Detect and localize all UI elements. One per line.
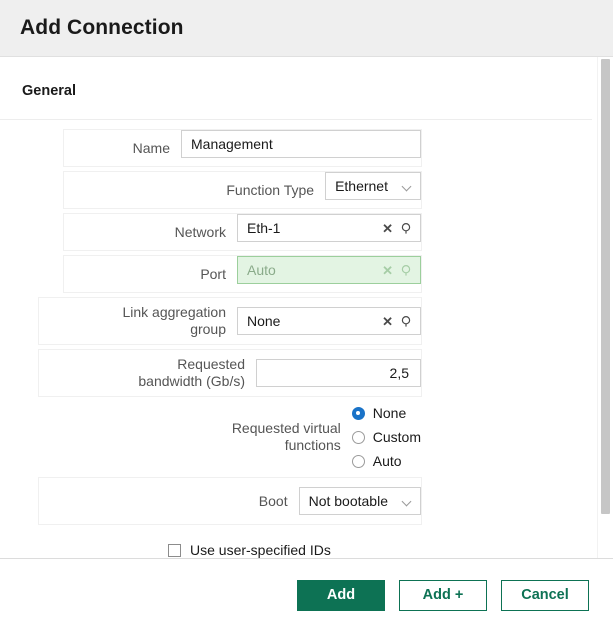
field-row-network: Network Eth-1 ✕	[63, 213, 422, 251]
radio-option-custom[interactable]: Custom	[351, 429, 421, 445]
requested-bandwidth-value: 2,5	[389, 365, 409, 381]
radio-label-custom: Custom	[372, 429, 421, 445]
network-combo[interactable]: Eth-1 ✕	[237, 214, 421, 242]
clear-icon[interactable]: ✕	[382, 315, 393, 328]
field-control-function-type: Ethernet	[325, 172, 421, 200]
name-input-value: Management	[191, 136, 273, 152]
field-label-boot: Boot	[258, 492, 288, 509]
name-input[interactable]: Management	[181, 130, 421, 158]
field-label-requested-virtual-functions: Requested virtual functions	[231, 420, 341, 453]
dialog-header: Add Connection	[0, 0, 613, 57]
field-control-name: Management	[181, 130, 421, 158]
field-label-function-type: Function Type	[226, 181, 315, 198]
port-value: Auto	[247, 262, 276, 278]
field-row-boot: Boot Not bootable	[38, 477, 422, 525]
scrollbar-thumb[interactable]	[601, 59, 610, 514]
port-combo[interactable]: Auto ✕	[237, 256, 421, 284]
radio-mark-icon	[351, 406, 365, 420]
field-control-requested-bandwidth: 2,5	[256, 359, 421, 387]
chevron-down-icon	[402, 498, 412, 504]
function-type-value: Ethernet	[335, 178, 388, 194]
field-control-link-aggregation-group: None ✕	[237, 307, 421, 335]
field-row-name: Name Management	[63, 129, 422, 167]
add-button[interactable]: Add	[297, 579, 385, 611]
dialog-title: Add Connection	[20, 16, 184, 39]
field-label-network: Network	[174, 223, 226, 240]
search-icon[interactable]	[400, 222, 413, 235]
field-row-function-type: Function Type Ethernet	[63, 171, 422, 209]
boot-value: Not bootable	[308, 493, 388, 509]
field-row-requested-bandwidth: Requested bandwidth (Gb/s) 2,5	[38, 349, 422, 397]
requested-bandwidth-input[interactable]: 2,5	[256, 359, 421, 387]
radio-mark-icon	[351, 454, 365, 468]
radio-label-none: None	[372, 405, 407, 421]
search-icon[interactable]	[400, 315, 413, 328]
dialog-body: General Name Management Function Type Et…	[0, 57, 613, 559]
radio-option-none[interactable]: None	[351, 405, 421, 421]
function-type-select[interactable]: Ethernet	[325, 172, 421, 200]
dialog-footer: Add Add + Cancel	[0, 559, 613, 631]
field-control-boot: Not bootable	[298, 487, 421, 515]
field-label-link-aggregation-group: Link aggregation group	[122, 304, 226, 337]
add-connection-dialog: Add Connection General Name Management F…	[0, 0, 613, 631]
radio-mark-icon	[351, 430, 365, 444]
use-user-specified-ids-label: Use user-specified IDs	[190, 542, 331, 558]
network-value: Eth-1	[247, 220, 281, 236]
radio-label-auto: Auto	[372, 453, 402, 469]
field-row-link-aggregation-group: Link aggregation group None ✕	[38, 297, 422, 345]
clear-icon[interactable]: ✕	[382, 222, 393, 235]
vertical-scrollbar[interactable]	[597, 57, 613, 558]
field-label-requested-bandwidth: Requested bandwidth (Gb/s)	[138, 356, 245, 389]
use-user-specified-ids-row[interactable]: Use user-specified IDs	[168, 542, 592, 558]
requested-virtual-functions-radio-group: None Custom Auto	[351, 403, 421, 471]
clear-icon[interactable]: ✕	[382, 264, 393, 277]
section-heading-general: General	[22, 83, 76, 99]
field-row-requested-virtual-functions: Requested virtual functions None Custom	[38, 401, 422, 473]
field-label-port: Port	[200, 265, 226, 282]
boot-select[interactable]: Not bootable	[298, 487, 421, 515]
checkbox-icon[interactable]	[168, 543, 181, 557]
field-control-port: Auto ✕	[237, 256, 421, 284]
chevron-down-icon	[402, 183, 412, 189]
field-row-port: Port Auto ✕	[63, 255, 422, 293]
dialog-body-content: General Name Management Function Type Et…	[0, 57, 592, 558]
field-control-requested-virtual-functions: None Custom Auto	[351, 403, 421, 471]
field-control-network: Eth-1 ✕	[237, 214, 421, 242]
connection-form: Name Management Function Type Ethernet N…	[0, 120, 592, 558]
cancel-button[interactable]: Cancel	[501, 579, 589, 611]
radio-option-auto[interactable]: Auto	[351, 453, 421, 469]
field-label-name: Name	[132, 139, 170, 156]
link-aggregation-group-value: None	[247, 313, 281, 329]
add-plus-button[interactable]: Add +	[399, 579, 487, 611]
search-icon[interactable]	[400, 264, 413, 277]
link-aggregation-group-combo[interactable]: None ✕	[237, 307, 421, 335]
